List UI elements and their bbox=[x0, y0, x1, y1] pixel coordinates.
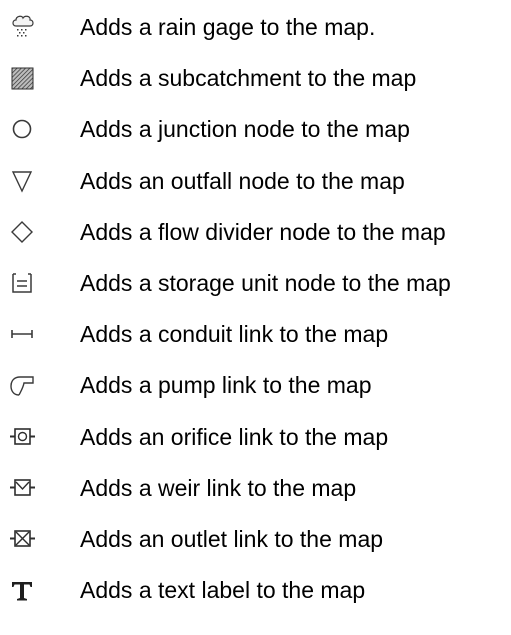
outlet-link-icon bbox=[8, 525, 36, 553]
item-label: Adds a storage unit node to the map bbox=[80, 269, 451, 296]
item-label: Adds an outlet link to the map bbox=[80, 525, 384, 552]
list-item-rain-gage: Adds a rain gage to the map. bbox=[0, 10, 511, 61]
list-item-junction: Adds a junction node to the map bbox=[0, 112, 511, 163]
item-label: Adds a rain gage to the map. bbox=[80, 14, 376, 40]
item-label: Adds a text label to the map bbox=[80, 577, 366, 604]
list-item-weir: Adds a weir link to the map bbox=[0, 471, 511, 522]
conduit-link-icon bbox=[8, 320, 36, 348]
tool-legend-list: Adds a rain gage to the map. Adds a subc… bbox=[0, 10, 511, 624]
subcatchment-icon bbox=[8, 64, 36, 92]
list-item-text-label: Adds a text label to the map bbox=[0, 573, 511, 624]
item-label: Adds a flow divider node to the map bbox=[80, 218, 446, 245]
list-item-storage-unit: Adds a storage unit node to the map bbox=[0, 266, 511, 317]
pump-link-icon bbox=[8, 371, 36, 399]
item-label: Adds a subcatchment to the map bbox=[80, 65, 417, 92]
item-label: Adds a pump link to the map bbox=[80, 372, 372, 399]
junction-node-icon bbox=[8, 115, 36, 143]
item-label: Adds an outfall node to the map bbox=[80, 167, 405, 194]
storage-unit-icon bbox=[8, 269, 36, 297]
list-item-orifice: Adds an orifice link to the map bbox=[0, 420, 511, 471]
list-item-pump: Adds a pump link to the map bbox=[0, 368, 511, 419]
list-item-flow-divider: Adds a flow divider node to the map bbox=[0, 215, 511, 266]
list-item-outlet: Adds an outlet link to the map bbox=[0, 522, 511, 573]
item-label: Adds an orifice link to the map bbox=[80, 423, 389, 450]
outfall-node-icon bbox=[8, 167, 36, 195]
list-item-conduit: Adds a conduit link to the map bbox=[0, 317, 511, 368]
item-label: Adds a conduit link to the map bbox=[80, 321, 389, 348]
orifice-link-icon bbox=[8, 423, 36, 451]
rain-gage-icon bbox=[8, 13, 36, 41]
item-label: Adds a junction node to the map bbox=[80, 116, 410, 143]
item-label: Adds a weir link to the map bbox=[80, 474, 357, 501]
text-label-icon bbox=[8, 576, 36, 604]
list-item-subcatchment: Adds a subcatchment to the map bbox=[0, 61, 511, 112]
weir-link-icon bbox=[8, 474, 36, 502]
list-item-outfall: Adds an outfall node to the map bbox=[0, 164, 511, 215]
flow-divider-icon bbox=[8, 218, 36, 246]
